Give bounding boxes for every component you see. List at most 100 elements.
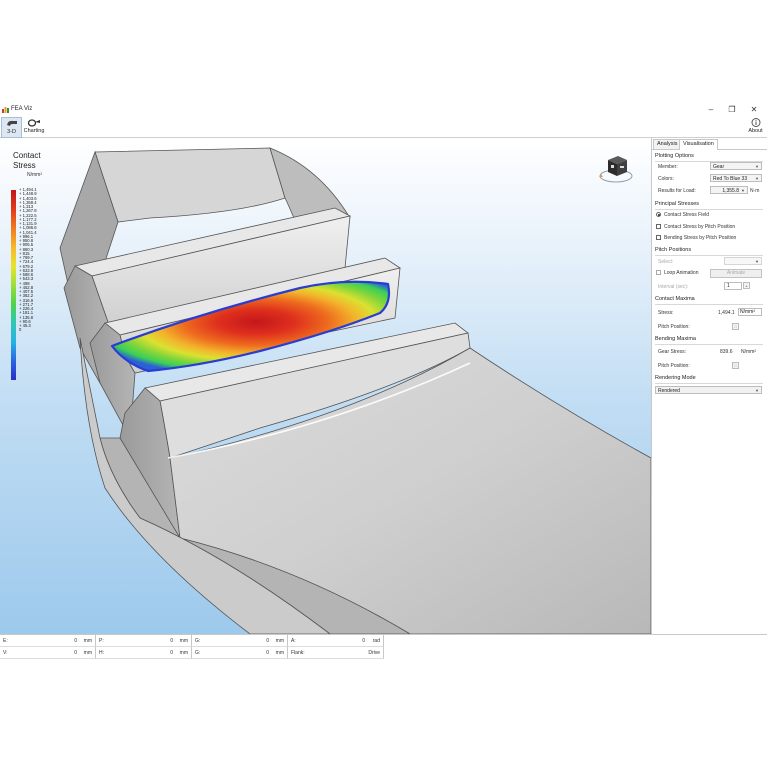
window-title: FEA Viz [11, 106, 33, 112]
divider [655, 383, 763, 384]
status-value: 0 [266, 638, 269, 644]
colors-value: Red To Blue 33 [713, 176, 748, 182]
status-value: 0 [362, 638, 365, 644]
interval-input[interactable]: 1 [724, 282, 742, 290]
status-cell-flank: Flank: Drive [288, 647, 384, 659]
view-3d-button[interactable]: 3-D [1, 117, 22, 138]
bending-stress-pitch-checkbox[interactable] [656, 235, 661, 240]
status-key: Flank: [291, 650, 305, 656]
divider [655, 304, 763, 305]
gear-stress-unit: N/mm² [741, 349, 756, 355]
divider [655, 344, 763, 345]
status-value: 0 [74, 638, 77, 644]
status-unit: rad [372, 638, 380, 644]
loop-animation-checkbox[interactable] [656, 270, 661, 275]
legend-label: 0 [19, 327, 22, 333]
status-unit: mm [83, 638, 92, 644]
status-cell-p: P: 0 mm [96, 635, 192, 647]
legend-unit: N/mm² [27, 172, 42, 178]
legend-labels: + 1,494.1 + 1,448.9 + 1,403.6 + 1,358.4 + 1,… [19, 187, 59, 333]
navigation-cube-icon[interactable] [596, 152, 636, 188]
bending-pitch-label: Pitch Position: [658, 363, 690, 369]
principal-stresses-heading: Principal Stresses [655, 201, 700, 207]
status-key: V: [3, 650, 8, 656]
app-logo-icon [2, 107, 9, 113]
go-to-pitch-icon[interactable]: □ [732, 362, 739, 369]
chevron-down-icon: ▼ [755, 259, 759, 264]
status-cell-g2: G: 0 mm [192, 647, 288, 659]
status-value: 0 [74, 650, 77, 656]
contact-stress-unit: N/mm² [738, 308, 762, 316]
bending-stress-pitch-label: Bending Stress by Pitch Position [664, 235, 737, 241]
pitch-positions-heading: Pitch Positions [655, 247, 692, 253]
status-cell-a: A: 0 rad [288, 635, 384, 647]
application-window: FEA Viz – ❐ ✕ 3-D Charting About Contact… [0, 103, 767, 661]
about-button[interactable]: About [745, 117, 766, 136]
status-value: 0 [170, 650, 173, 656]
status-value: Drive [368, 650, 380, 656]
status-value: 0 [266, 650, 269, 656]
interval-spinner-icon[interactable]: ▴ [743, 282, 750, 289]
status-unit: mm [179, 650, 188, 656]
pitch-select-dropdown[interactable]: ▼ [724, 257, 762, 265]
view-3d-label: 3-D [7, 129, 16, 135]
status-key: A: [291, 638, 296, 644]
select-label: Select: [658, 259, 674, 265]
status-bar: E: 0 mm P: 0 mm G: 0 mm A: 0 rad V: 0 mm… [0, 634, 767, 661]
rendering-mode-dropdown[interactable]: Rendered ▼ [655, 386, 762, 394]
divider [655, 255, 763, 256]
status-key: G: [195, 650, 201, 656]
close-button[interactable]: ✕ [748, 104, 760, 115]
status-unit: mm [83, 650, 92, 656]
status-key: H: [99, 650, 104, 656]
status-unit: mm [179, 638, 188, 644]
info-icon [751, 118, 760, 127]
chevron-down-icon: ▼ [741, 188, 745, 193]
3d-viewport[interactable]: Contact Stress N/mm² + 1,494.1 + 1,448.9 +… [0, 138, 651, 634]
status-cell-v: V: 0 mm [0, 647, 96, 659]
contact-pitch-label: Pitch Position: [658, 324, 690, 330]
chevron-down-icon: ▼ [755, 176, 759, 181]
load-value: 1,355.8 [722, 188, 739, 194]
animate-button[interactable]: Animate [710, 269, 762, 278]
colors-label: Colors: [658, 176, 674, 182]
settings-panel: Analysis Visualisation Plotting Options … [651, 138, 767, 634]
interval-label: Interval (sec): [658, 284, 689, 290]
member-dropdown[interactable]: Gear ▼ [710, 162, 762, 170]
status-value: 0 [170, 638, 173, 644]
gear-stress-label: Gear Stress: [658, 349, 687, 355]
toolbar: 3-D Charting About [0, 116, 767, 138]
panel-tabs: Analysis Visualisation [652, 138, 767, 150]
chevron-down-icon: ▼ [755, 164, 759, 169]
tab-analysis[interactable]: Analysis [653, 139, 682, 149]
contact-stress-value: 1,494.1 [718, 310, 735, 316]
rendering-mode-value: Rendered [658, 388, 680, 394]
status-key: E: [3, 638, 8, 644]
loop-animation-label: Loop Animation [664, 270, 699, 276]
contact-stress-pitch-label: Contact Stress by Pitch Position [664, 224, 736, 230]
legend-title: Contact Stress [13, 151, 41, 170]
contact-stress-pitch-checkbox[interactable] [656, 224, 661, 229]
go-to-pitch-icon[interactable]: □ [732, 323, 739, 330]
divider [655, 209, 763, 210]
contact-stress-label: Stress: [658, 310, 674, 316]
status-cell-e: E: 0 mm [0, 635, 96, 647]
minimize-button[interactable]: – [705, 104, 717, 115]
tab-visualisation[interactable]: Visualisation [679, 139, 718, 150]
status-cell-h: H: 0 mm [96, 647, 192, 659]
load-dropdown[interactable]: 1,355.8 ▼ [710, 186, 748, 194]
status-unit: mm [275, 650, 284, 656]
load-unit: N·m [750, 188, 760, 194]
title-bar: FEA Viz – ❐ ✕ [0, 103, 767, 116]
contact-stress-field-radio[interactable] [656, 212, 661, 217]
load-label: Results for Load: [658, 188, 696, 194]
maximize-button[interactable]: ❐ [726, 104, 738, 115]
charting-button[interactable]: Charting [22, 117, 46, 136]
gear-stress-value: 839.6 [720, 349, 733, 355]
colors-dropdown[interactable]: Red To Blue 33 ▼ [710, 174, 762, 182]
legend-color-bar [11, 190, 16, 380]
bending-maxima-heading: Bending Maxima [655, 336, 696, 342]
contact-maxima-heading: Contact Maxima [655, 296, 695, 302]
rendering-mode-heading: Rendering Mode [655, 375, 696, 381]
chevron-down-icon: ▼ [755, 388, 759, 393]
